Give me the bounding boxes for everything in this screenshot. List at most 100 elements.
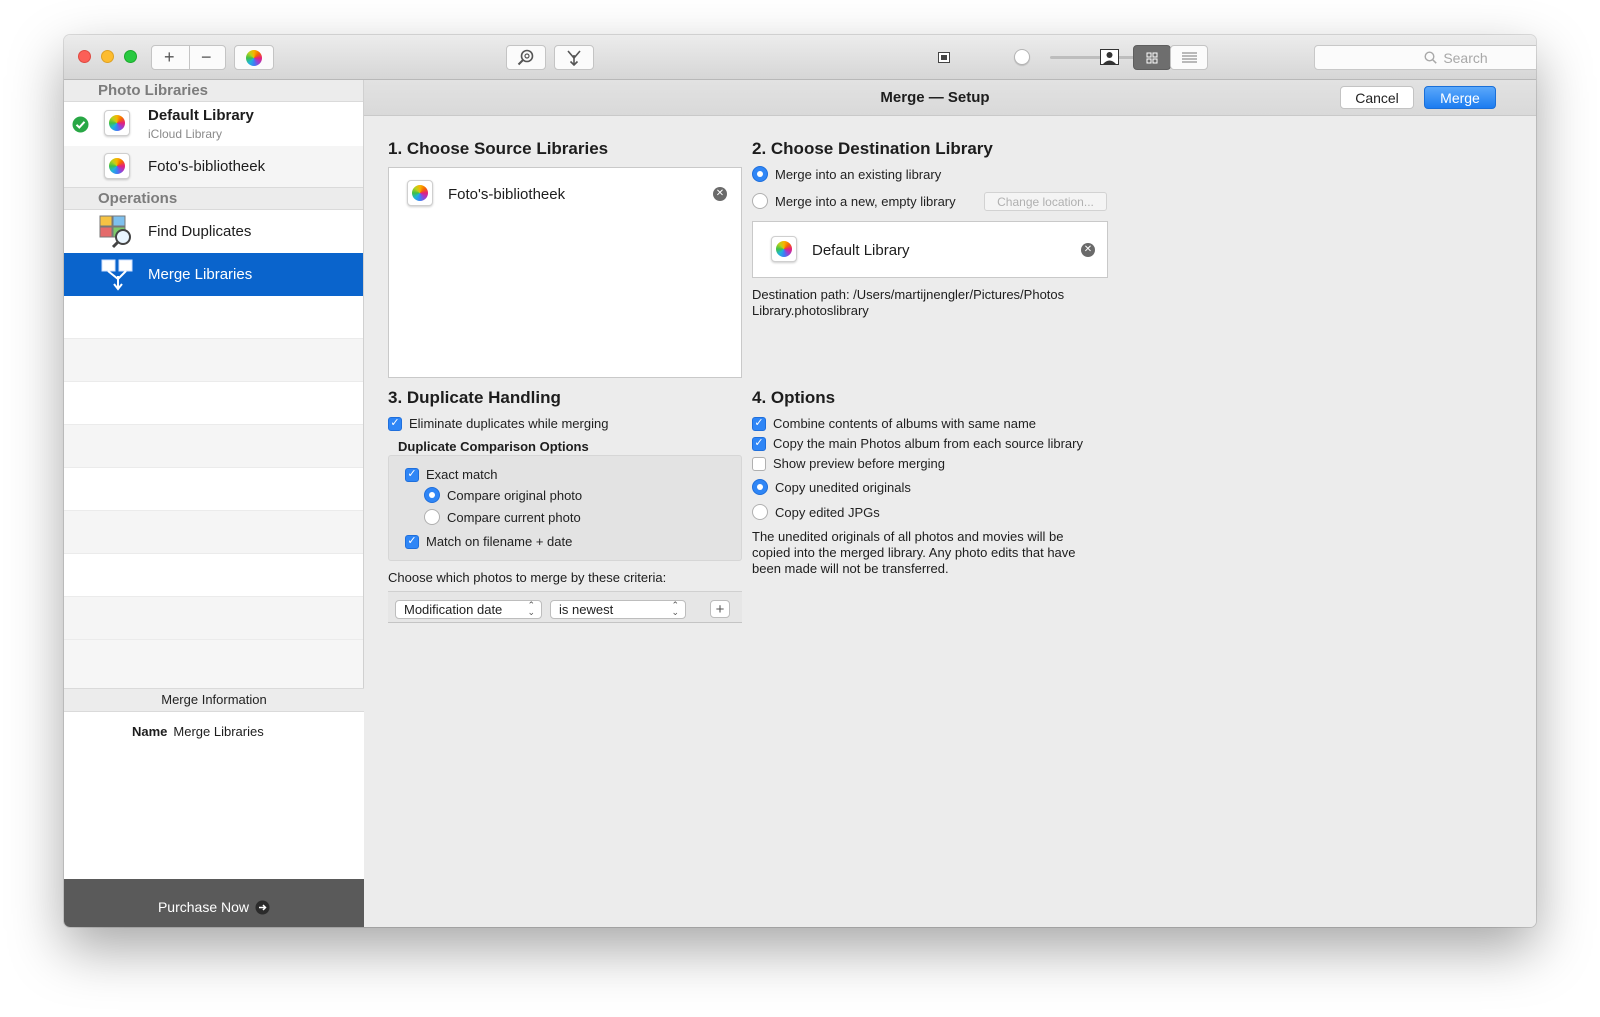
merge-arrows-icon <box>567 49 581 66</box>
sidebar-item-label: Default Library <box>148 107 254 124</box>
merge-new-radio[interactable] <box>752 193 768 209</box>
remove-library-button[interactable]: − <box>201 48 212 66</box>
merge-new-option[interactable]: Merge into a new, empty library <box>752 193 956 209</box>
list-view-button[interactable] <box>1170 45 1208 70</box>
photos-library-icon <box>407 180 433 206</box>
sidebar-item-label: Merge Libraries <box>148 266 253 283</box>
source-library-name: Foto's-bibliotheek <box>448 186 566 203</box>
compare-original-option[interactable]: Compare original photo <box>424 487 582 503</box>
eliminate-duplicates-checkbox[interactable]: ✓ <box>388 416 402 431</box>
photos-library-icon <box>104 153 130 179</box>
sidebar-empty-rows <box>64 296 363 640</box>
purchase-now-label: Purchase Now <box>157 899 250 915</box>
remove-source-icon[interactable]: ✕ <box>713 187 727 201</box>
photos-flower-icon <box>776 241 792 257</box>
photos-library-icon <box>771 236 797 262</box>
main-panel: Merge — Setup Cancel Merge 1. Choose Sou… <box>364 80 1536 927</box>
eliminate-duplicates-option[interactable]: ✓ Eliminate duplicates while merging <box>388 416 608 431</box>
empty-row <box>64 339 363 382</box>
empty-row <box>64 425 363 468</box>
merge-toolbar-button[interactable] <box>554 45 594 70</box>
merge-existing-option[interactable]: Merge into an existing library <box>752 166 941 182</box>
merge-existing-radio[interactable] <box>752 166 768 182</box>
exact-match-checkbox[interactable]: ✓ <box>405 467 419 482</box>
criteria-field-value: Modification date <box>404 602 503 617</box>
combine-albums-checkbox[interactable]: ✓ <box>752 416 766 431</box>
copy-edited-radio[interactable] <box>752 504 768 520</box>
criteria-field-popup[interactable]: Modification date ⌃ ⌄ <box>395 600 542 619</box>
compare-original-radio[interactable] <box>424 487 440 503</box>
merge-information-panel: Name Merge Libraries <box>64 712 364 879</box>
merge-info-name-value: Merge Libraries <box>173 724 264 739</box>
duplicate-handling-heading: 3. Duplicate Handling <box>388 388 561 407</box>
photos-app-button[interactable] <box>234 45 274 70</box>
criteria-condition-popup[interactable]: is newest ⌃ ⌄ <box>550 600 686 619</box>
search-input[interactable]: Search <box>1314 45 1536 70</box>
app-window: + − Search Photo Libraries Default Libra… <box>64 35 1536 927</box>
compare-current-label: Compare current photo <box>447 509 581 525</box>
sidebar-item-merge-libraries[interactable]: Merge Libraries <box>64 253 363 296</box>
destination-library-box[interactable]: Default Library ✕ <box>752 221 1108 278</box>
match-filename-label: Match on filename + date <box>426 534 573 549</box>
match-filename-checkbox[interactable]: ✓ <box>405 534 419 549</box>
close-window-button[interactable] <box>78 50 91 63</box>
empty-row <box>64 511 363 554</box>
sidebar-item-default-library[interactable]: Default Library iCloud Library <box>64 102 363 146</box>
copy-edited-label: Copy edited JPGs <box>775 504 880 520</box>
destination-library-heading: 2. Choose Destination Library <box>752 139 993 158</box>
compare-current-radio[interactable] <box>424 509 440 525</box>
combine-albums-label: Combine contents of albums with same nam… <box>773 416 1037 431</box>
thumbnail-size-slider[interactable] <box>1014 49 1030 65</box>
add-remove-segment: + − <box>151 45 226 70</box>
copy-main-album-option[interactable]: ✓ Copy the main Photos album from each s… <box>752 436 1083 451</box>
empty-row <box>64 296 363 339</box>
criteria-label: Choose which photos to merge by these cr… <box>388 570 667 585</box>
copy-main-album-checkbox[interactable]: ✓ <box>752 436 766 451</box>
sidebar-item-find-duplicates[interactable]: Find Duplicates <box>64 210 363 253</box>
sidebar-item-fotos-bibliotheek[interactable]: Foto's-bibliotheek <box>64 146 363 188</box>
comparison-options-header: Duplicate Comparison Options <box>398 439 589 454</box>
list-icon <box>1181 52 1197 63</box>
sidebar: Photo Libraries Default Library iCloud L… <box>64 80 364 927</box>
small-thumbnail-icon <box>938 52 950 63</box>
change-location-button[interactable]: Change location... <box>984 192 1107 211</box>
photos-flower-icon <box>412 185 428 201</box>
grid-icon <box>1146 52 1158 63</box>
copy-unedited-option[interactable]: Copy unedited originals <box>752 479 911 495</box>
page-title: Merge — Setup <box>880 89 990 106</box>
match-filename-option[interactable]: ✓ Match on filename + date <box>405 534 572 549</box>
minimize-window-button[interactable] <box>101 50 114 63</box>
purchase-now-button[interactable]: Purchase Now <box>64 879 364 927</box>
search-placeholder: Search <box>1443 49 1488 66</box>
toolbar: + − Search <box>64 35 1536 80</box>
empty-row <box>64 468 363 511</box>
combine-albums-option[interactable]: ✓ Combine contents of albums with same n… <box>752 416 1036 431</box>
copy-main-album-label: Copy the main Photos album from each sou… <box>773 436 1083 451</box>
show-preview-checkbox[interactable] <box>752 456 766 471</box>
grid-view-button[interactable] <box>1133 45 1171 70</box>
photos-flower-icon <box>109 115 125 131</box>
copy-unedited-label: Copy unedited originals <box>775 479 911 495</box>
merge-button[interactable]: Merge <box>1424 86 1496 109</box>
add-criteria-button[interactable]: + <box>710 600 730 618</box>
compare-current-option[interactable]: Compare current photo <box>424 509 581 525</box>
exact-match-option[interactable]: ✓ Exact match <box>405 467 498 482</box>
source-libraries-list[interactable]: Foto's-bibliotheek ✕ <box>388 167 742 378</box>
add-library-button[interactable]: + <box>164 48 175 66</box>
exact-match-label: Exact match <box>426 467 498 482</box>
cancel-button[interactable]: Cancel <box>1340 86 1414 109</box>
merge-existing-label: Merge into an existing library <box>775 166 942 182</box>
zoom-window-button[interactable] <box>124 50 137 63</box>
copy-unedited-radio[interactable] <box>752 479 768 495</box>
merge-information-header: Merge Information <box>64 688 364 712</box>
inspect-button[interactable] <box>506 45 546 70</box>
segment-divider <box>189 46 190 69</box>
copy-edited-option[interactable]: Copy edited JPGs <box>752 504 880 520</box>
empty-row <box>64 554 363 597</box>
show-preview-option[interactable]: Show preview before merging <box>752 456 945 471</box>
remove-destination-icon[interactable]: ✕ <box>1081 243 1095 257</box>
active-library-check-icon <box>72 116 89 133</box>
destination-path: Destination path: /Users/martijnengler/P… <box>752 287 1065 318</box>
merge-libraries-icon <box>101 259 133 291</box>
empty-row <box>64 382 363 425</box>
